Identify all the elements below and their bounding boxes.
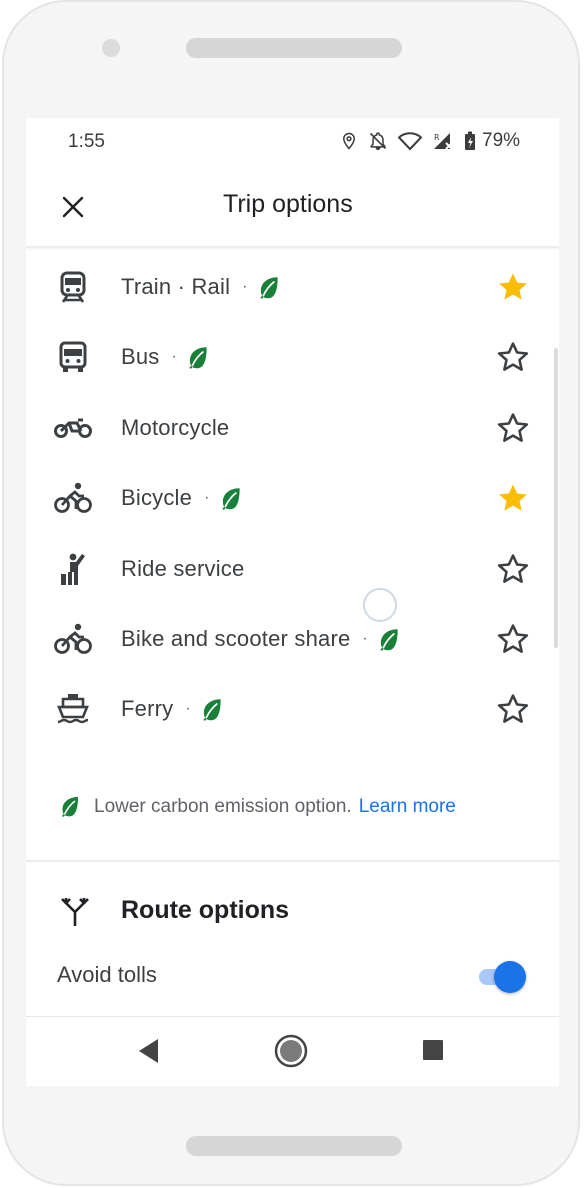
star-outline-icon[interactable] [496, 340, 530, 374]
battery-percentage: 79% [482, 130, 521, 151]
star-filled-icon[interactable] [496, 270, 530, 304]
star-outline-icon[interactable] [496, 692, 530, 726]
option-label: Motorcycle [121, 415, 230, 440]
svg-text:R: R [434, 133, 440, 142]
bicycle-icon [53, 478, 93, 518]
ferry-icon [53, 689, 93, 729]
separator: · [204, 489, 210, 506]
footnote-text: Lower carbon emission option. [94, 796, 352, 817]
screen: 1:55 R 79% Trip options Train · Rail · B… [26, 118, 559, 1086]
option-label: Train · Rail [121, 274, 231, 299]
list-item[interactable]: Ferry · [26, 674, 559, 744]
separator: · [362, 630, 368, 647]
back-icon[interactable] [136, 1037, 162, 1065]
option-label: Bicycle [121, 485, 193, 510]
star-outline-icon[interactable] [496, 411, 530, 445]
option-label: Ferry [121, 696, 174, 721]
eco-footnote: Lower carbon emission option. Learn more [58, 794, 456, 820]
leaf-icon [185, 344, 211, 370]
ride-service-icon [53, 549, 93, 589]
bus-icon [53, 337, 93, 377]
option-label: Bike and scooter share [121, 626, 351, 651]
separator: · [242, 278, 248, 295]
leaf-icon [376, 626, 402, 652]
page-title: Trip options [223, 190, 353, 218]
separator: · [171, 348, 178, 365]
status-bar: 1:55 R 79% [26, 118, 559, 166]
star-outline-icon[interactable] [496, 622, 530, 656]
signal-roaming-icon: R [432, 131, 454, 151]
separator: · [185, 700, 191, 717]
bottom-speaker [186, 1136, 402, 1156]
status-time: 1:55 [68, 131, 105, 152]
leaf-icon [58, 794, 84, 820]
front-camera [102, 39, 120, 57]
toggle-thumb [494, 961, 526, 993]
home-icon[interactable] [274, 1034, 308, 1068]
touch-indicator [363, 588, 397, 622]
recent-apps-icon[interactable] [422, 1039, 444, 1061]
route-fork-icon [61, 898, 89, 926]
wifi-icon [398, 131, 422, 151]
leaf-icon [218, 485, 244, 511]
route-options-heading: Route options [121, 896, 290, 924]
close-icon [62, 196, 84, 218]
bike-share-icon [53, 619, 93, 659]
leaf-icon [256, 274, 282, 300]
motorcycle-icon [53, 408, 93, 448]
list-item[interactable]: Bicycle · [26, 463, 559, 533]
system-nav-bar [26, 1016, 559, 1086]
star-filled-icon[interactable] [496, 481, 530, 515]
leaf-icon [199, 696, 225, 722]
location-icon [340, 131, 358, 151]
option-label: Bus [121, 344, 160, 369]
app-bar: Trip options [26, 166, 559, 248]
learn-more-link[interactable]: Learn more [359, 796, 456, 818]
divider [26, 860, 559, 862]
avoid-tolls-toggle[interactable] [479, 960, 527, 994]
top-speaker [186, 38, 402, 58]
option-label: Ride service [121, 556, 245, 581]
list-item[interactable]: Motorcycle [26, 393, 559, 463]
star-outline-icon[interactable] [496, 552, 530, 586]
close-button[interactable] [56, 190, 90, 224]
list-item[interactable]: Bike and scooter share · [26, 604, 559, 674]
train-icon [53, 267, 93, 307]
list-item[interactable]: Train · Rail · [26, 252, 559, 322]
avoid-tolls-label: Avoid tolls [57, 962, 157, 987]
notifications-off-icon [368, 131, 388, 151]
battery-icon [464, 131, 476, 151]
list-item[interactable]: Ride service [26, 534, 559, 604]
list-item[interactable]: Bus · [26, 322, 559, 392]
status-icons: R 79% [340, 130, 520, 152]
